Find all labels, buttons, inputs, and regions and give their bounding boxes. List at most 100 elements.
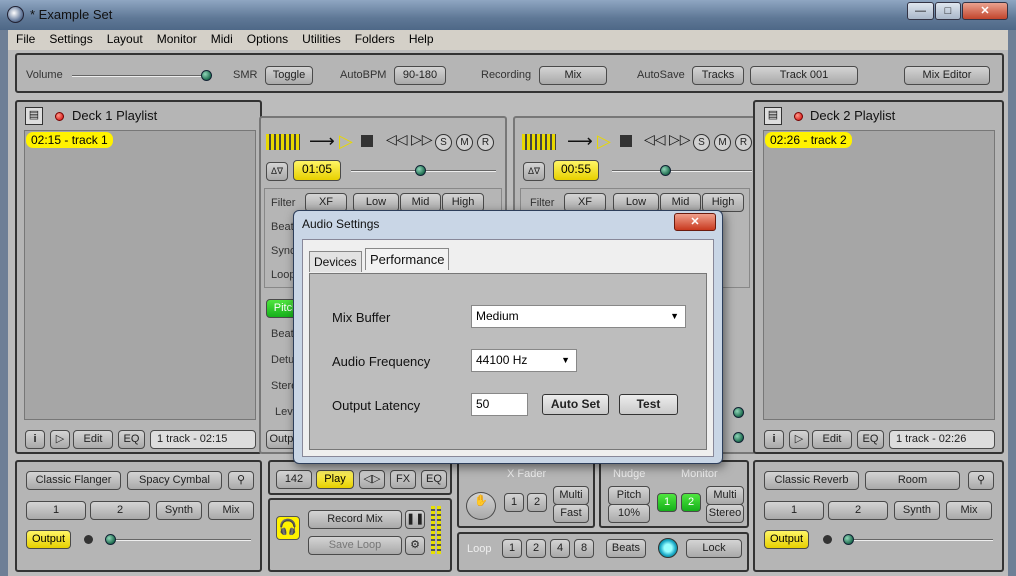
- fx2-slot2-button[interactable]: 2: [828, 501, 888, 520]
- loop-sync-icon[interactable]: [658, 538, 678, 558]
- deck2-eq-button[interactable]: EQ: [857, 430, 884, 449]
- fx1-mix-button[interactable]: Mix: [208, 501, 254, 520]
- loop-2-button[interactable]: 2: [526, 539, 546, 558]
- playlist-icon[interactable]: ▤: [25, 107, 43, 125]
- loop-8-button[interactable]: 8: [574, 539, 594, 558]
- cue-arrow-icon[interactable]: ⟶: [309, 132, 335, 150]
- pitch-button[interactable]: Pitch: [608, 486, 650, 505]
- stop-icon[interactable]: [620, 135, 632, 147]
- fx2-output-slider[interactable]: [843, 539, 993, 541]
- loop-1-button[interactable]: 1: [502, 539, 522, 558]
- dialog-close-button[interactable]: ✕: [674, 213, 716, 231]
- fx1-slot1-button[interactable]: 1: [26, 501, 86, 520]
- menu-file[interactable]: File: [8, 30, 41, 46]
- play-button[interactable]: Play: [316, 470, 354, 489]
- fx1-output-knob[interactable]: [105, 534, 116, 545]
- monitor-1-button[interactable]: 1: [657, 493, 677, 512]
- play-icon[interactable]: ▷: [597, 131, 611, 152]
- info-button[interactable]: i: [764, 430, 784, 449]
- deck1-eq-button[interactable]: EQ: [118, 430, 145, 449]
- deck2-track-list[interactable]: 02:26 - track 2: [763, 130, 995, 420]
- fx2-output-knob[interactable]: [843, 534, 854, 545]
- mix-buffer-select[interactable]: Medium ▼: [471, 305, 686, 328]
- loop-4-button[interactable]: 4: [550, 539, 570, 558]
- monitor-stereo-button[interactable]: Stereo: [706, 504, 744, 523]
- test-button[interactable]: Test: [619, 394, 678, 415]
- menu-layout[interactable]: Layout: [99, 30, 149, 46]
- xfader-fast-button[interactable]: Fast: [553, 504, 589, 523]
- monitor-2-button[interactable]: 2: [681, 493, 701, 512]
- menu-settings[interactable]: Settings: [41, 30, 98, 46]
- deck1-edit-button[interactable]: Edit: [73, 430, 113, 449]
- minimize-button[interactable]: —: [907, 2, 934, 20]
- preview-play-button[interactable]: ▷: [50, 430, 70, 449]
- menu-folders[interactable]: Folders: [347, 30, 401, 46]
- menu-help[interactable]: Help: [401, 30, 440, 46]
- deck1-position-knob[interactable]: [415, 165, 426, 176]
- recording-mix-button[interactable]: Mix: [539, 66, 607, 85]
- info-button[interactable]: i: [25, 430, 45, 449]
- tab-devices[interactable]: Devices: [309, 251, 362, 272]
- app-icon[interactable]: [7, 6, 24, 23]
- fast-forward-icon[interactable]: ▷▷: [411, 131, 433, 148]
- close-button[interactable]: ✕: [962, 2, 1008, 20]
- preview-play-button[interactable]: ▷: [789, 430, 809, 449]
- solo-button[interactable]: S: [693, 134, 710, 151]
- gear-icon[interactable]: ⚙: [405, 536, 425, 555]
- deck2-level-knob[interactable]: [733, 407, 744, 418]
- playlist-icon[interactable]: ▤: [764, 107, 782, 125]
- play-icon[interactable]: ▷: [339, 131, 353, 152]
- fx2-room-button[interactable]: Room: [865, 471, 960, 490]
- mix-editor-button[interactable]: Mix Editor: [904, 66, 990, 85]
- deck2-output-knob[interactable]: [733, 432, 744, 443]
- fx2-synth-button[interactable]: Synth: [894, 501, 940, 520]
- maximize-button[interactable]: □: [935, 2, 961, 20]
- fx-button[interactable]: FX: [390, 470, 416, 489]
- menu-options[interactable]: Options: [239, 30, 294, 46]
- xfader-knob-icon[interactable]: ✋: [466, 492, 496, 520]
- deck2-position-knob[interactable]: [660, 165, 671, 176]
- auto-set-button[interactable]: Auto Set: [542, 394, 609, 415]
- deck2-position-slider[interactable]: [612, 170, 752, 172]
- audio-frequency-select[interactable]: 44100 Hz ▼: [471, 349, 577, 372]
- solo-button[interactable]: S: [435, 134, 452, 151]
- fx1-slot2-button[interactable]: 2: [90, 501, 150, 520]
- beats-button[interactable]: Beats: [606, 539, 646, 558]
- repeat-button[interactable]: R: [477, 134, 494, 151]
- xfader-1-button[interactable]: 1: [504, 493, 524, 512]
- xfader-multi-button[interactable]: Multi: [553, 486, 589, 505]
- toggle-button[interactable]: Toggle: [265, 66, 313, 85]
- fx2-slot1-button[interactable]: 1: [764, 501, 824, 520]
- fx2-output-button[interactable]: Output: [764, 530, 809, 549]
- stop-icon[interactable]: [361, 135, 373, 147]
- output-latency-input[interactable]: 50: [471, 393, 528, 416]
- fx2-mix-button[interactable]: Mix: [946, 501, 992, 520]
- sync-icon[interactable]: ◁▷: [359, 470, 385, 489]
- deck2-sort-button[interactable]: Δ∇: [523, 162, 545, 181]
- deck2-edit-button[interactable]: Edit: [812, 430, 852, 449]
- volume-knob[interactable]: [201, 70, 212, 81]
- fx1-flanger-button[interactable]: Classic Flanger: [26, 471, 121, 490]
- deck1-track-item[interactable]: 02:15 - track 1: [26, 132, 113, 148]
- xfader-2-button[interactable]: 2: [527, 493, 547, 512]
- deck1-track-list[interactable]: 02:15 - track 1: [24, 130, 256, 420]
- eq-button[interactable]: EQ: [421, 470, 447, 489]
- track-name-button[interactable]: Track 001: [750, 66, 858, 85]
- fx1-cymbal-button[interactable]: Spacy Cymbal: [127, 471, 222, 490]
- fx1-synth-button[interactable]: Synth: [156, 501, 202, 520]
- menu-midi[interactable]: Midi: [203, 30, 239, 46]
- monitor-multi-button[interactable]: Multi: [706, 486, 744, 505]
- lock-button[interactable]: Lock: [686, 539, 742, 558]
- fx1-search-icon[interactable]: ⚲: [228, 471, 254, 490]
- fx1-output-slider[interactable]: [105, 539, 251, 541]
- mute-button[interactable]: M: [456, 134, 473, 151]
- rewind-icon[interactable]: ◁◁: [644, 131, 666, 148]
- pause-icon[interactable]: ❚❚: [405, 510, 425, 529]
- cue-arrow-icon[interactable]: ⟶: [567, 132, 593, 150]
- tab-performance[interactable]: Performance: [365, 248, 450, 270]
- fx2-search-icon[interactable]: ⚲: [968, 471, 994, 490]
- deck1-sort-button[interactable]: Δ∇: [266, 162, 288, 181]
- volume-slider[interactable]: [72, 75, 212, 77]
- deck2-track-item[interactable]: 02:26 - track 2: [765, 132, 852, 148]
- fx2-reverb-button[interactable]: Classic Reverb: [764, 471, 859, 490]
